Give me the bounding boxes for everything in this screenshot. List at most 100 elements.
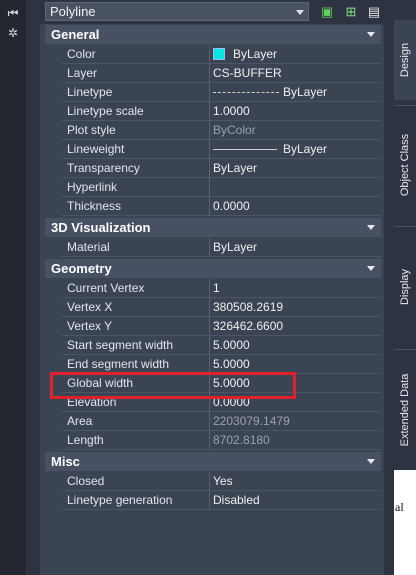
color-swatch <box>213 48 225 60</box>
background-document-text: al <box>395 500 404 514</box>
row-indent <box>45 45 61 64</box>
property-label: Vertex Y <box>67 319 113 333</box>
property-row[interactable]: Transparency ByLayer <box>45 159 381 178</box>
chevron-down-icon[interactable] <box>367 459 375 464</box>
property-value-text: 380508.2619 <box>213 300 284 314</box>
property-row[interactable]: Thickness 0.0000 <box>45 197 381 216</box>
property-row[interactable]: Hyperlink <box>45 178 381 197</box>
property-value[interactable]: 380508.2619 <box>210 298 381 316</box>
property-row[interactable]: Linetype generation Disabled <box>45 491 381 510</box>
toggle-pickadd-icon[interactable]: ▤ <box>365 3 383 21</box>
property-value[interactable]: 326462.6600 <box>210 317 381 335</box>
property-row[interactable]: Area 2203079.1479 <box>45 412 381 431</box>
property-value[interactable]: 5.0000 <box>210 336 381 354</box>
row-indent <box>45 121 61 140</box>
property-value[interactable]: 0.0000 <box>210 197 381 215</box>
property-row[interactable]: Current Vertex 1 <box>45 279 381 298</box>
object-type-value: Polyline <box>50 4 96 19</box>
settings-icon[interactable]: ✲ <box>6 26 20 40</box>
property-row[interactable]: Plot style ByColor <box>45 121 381 140</box>
property-value[interactable]: ByLayer <box>210 238 381 256</box>
object-type-dropdown[interactable]: Polyline <box>45 2 309 21</box>
section-header-3d-visualization[interactable]: 3D Visualization <box>45 218 381 237</box>
tab-design-label: Design <box>399 42 411 78</box>
chevron-down-icon[interactable] <box>367 225 375 230</box>
property-value[interactable] <box>210 178 381 196</box>
property-value[interactable]: 1.0000 <box>210 102 381 120</box>
property-row[interactable]: Linetype ByLayer <box>45 83 381 102</box>
pin-icon[interactable]: ⏮ <box>6 6 20 20</box>
property-row[interactable]: Linetype scale 1.0000 <box>45 102 381 121</box>
linetype-preview <box>213 92 279 93</box>
property-row[interactable]: Start segment width 5.0000 <box>45 336 381 355</box>
property-value-text: ByLayer <box>283 85 328 99</box>
tab-object-class[interactable]: Object Class <box>394 105 416 224</box>
row-indent <box>45 317 61 336</box>
property-label: Thickness <box>67 199 122 213</box>
row-indent <box>45 83 61 102</box>
property-row[interactable]: Lineweight ByLayer <box>45 140 381 159</box>
property-label: Layer <box>67 66 98 80</box>
property-label: Linetype generation <box>67 493 173 507</box>
property-label: Area <box>67 414 93 428</box>
property-row[interactable]: Closed Yes <box>45 472 381 491</box>
property-label: Material <box>67 240 110 254</box>
row-indent <box>45 279 61 298</box>
property-label: Closed <box>67 474 105 488</box>
property-label: Lineweight <box>67 142 125 156</box>
property-value-text: Disabled <box>213 493 260 507</box>
property-value[interactable]: ByLayer <box>210 140 381 158</box>
property-value[interactable]: 5.0000 <box>210 355 381 373</box>
property-value[interactable]: Disabled <box>210 491 381 509</box>
property-row[interactable]: Length 8702.8180 <box>45 431 381 450</box>
property-row[interactable]: Material ByLayer <box>45 238 381 257</box>
property-row[interactable]: Color ByLayer <box>45 45 381 64</box>
property-value[interactable]: ByLayer <box>210 83 381 101</box>
property-label: Transparency <box>67 161 140 175</box>
background-document: al <box>394 470 416 575</box>
property-value[interactable]: Yes <box>210 472 381 490</box>
property-label: Length <box>67 433 104 447</box>
property-value-text: CS-BUFFER <box>213 66 282 80</box>
property-value-text: 5.0000 <box>213 357 250 371</box>
tab-display[interactable]: Display <box>394 226 416 347</box>
property-label: Hyperlink <box>67 180 118 194</box>
property-value-text: ByLayer <box>283 142 328 156</box>
property-value-text: 1 <box>213 281 220 295</box>
property-row[interactable]: Layer CS-BUFFER <box>45 64 381 83</box>
property-value: 2203079.1479 <box>210 412 381 430</box>
property-value[interactable]: CS-BUFFER <box>210 64 381 82</box>
chevron-down-icon[interactable] <box>367 266 375 271</box>
tab-design[interactable]: Design <box>394 20 416 100</box>
property-value-text: 2203079.1479 <box>213 414 290 428</box>
property-value-text: ByLayer <box>213 161 258 175</box>
property-value[interactable]: ByLayer <box>210 159 381 177</box>
row-indent <box>45 197 61 216</box>
property-label: Linetype scale <box>67 104 144 118</box>
chevron-down-icon[interactable] <box>367 32 375 37</box>
section-header-general[interactable]: General <box>45 25 381 44</box>
property-value[interactable]: 1 <box>210 279 381 297</box>
select-objects-icon[interactable]: ⊞ <box>342 3 360 21</box>
property-label: Start segment width <box>67 338 174 352</box>
property-value-text: ByLayer <box>213 240 258 254</box>
property-row[interactable]: Vertex Y 326462.6600 <box>45 317 381 336</box>
property-value-text: Yes <box>213 474 233 488</box>
quick-select-icon[interactable]: ▣ <box>318 3 336 21</box>
property-row[interactable]: Vertex X 380508.2619 <box>45 298 381 317</box>
row-indent <box>45 64 61 83</box>
property-value-text: 5.0000 <box>213 338 250 352</box>
row-indent <box>45 298 61 317</box>
property-value[interactable]: ByLayer <box>210 45 381 63</box>
property-label: Current Vertex <box>67 281 145 295</box>
section-header-misc[interactable]: Misc <box>45 452 381 471</box>
property-value-text: 1.0000 <box>213 104 250 118</box>
section-header-geometry[interactable]: Geometry <box>45 259 381 278</box>
property-label: Color <box>67 47 96 61</box>
section-title: General <box>51 27 100 42</box>
row-indent <box>45 336 61 355</box>
palette-title-bar[interactable]: ⏮ ✲ <box>0 0 26 575</box>
row-indent <box>45 178 61 197</box>
property-value-text: ByColor <box>213 123 256 137</box>
tab-extended-data[interactable]: Extended Data <box>394 349 416 470</box>
